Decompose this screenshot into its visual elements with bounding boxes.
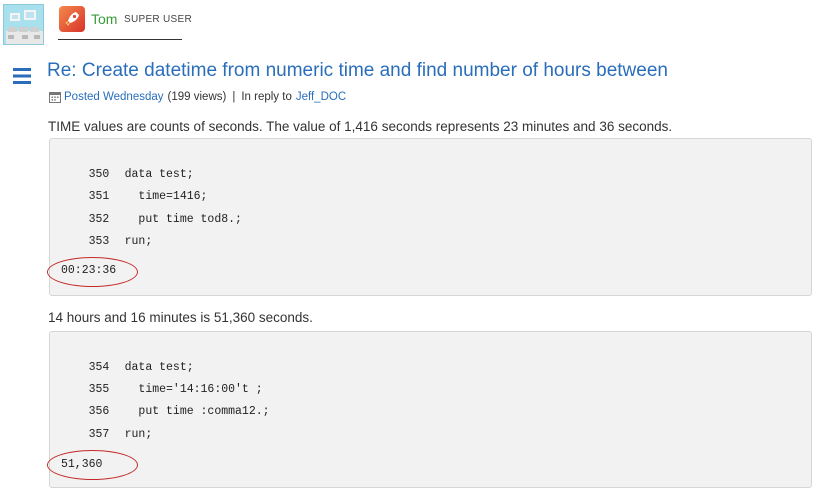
code-line: 351 time=1416; [61, 176, 208, 203]
author-name-link[interactable]: Tom [91, 11, 117, 27]
code-line: 350 data test; [61, 154, 194, 181]
highlight-oval [47, 450, 138, 480]
rocket-rank-icon [59, 6, 85, 32]
view-count: (199 views) [167, 91, 227, 103]
code-block-1: 350 data test; 351 time=1416; 352 put tim… [47, 138, 812, 296]
post-meta: Posted Wednesday (199 views) | In reply … [49, 89, 346, 105]
code-line: 354 data test; [61, 347, 194, 374]
hamburger-menu-icon[interactable] [13, 68, 31, 84]
code-line: 352 put time tod8.; [61, 199, 242, 226]
author-block: Tom SUPER USER [58, 5, 192, 40]
code-line: 355 time='14:16:00't ; [61, 369, 263, 396]
meta-separator: | [232, 91, 236, 103]
line-number: 353 [88, 235, 110, 248]
code-text: run; [124, 428, 153, 441]
code-line: 357 run; [61, 414, 153, 441]
reply-user-link[interactable]: Jeff_DOC [296, 91, 346, 103]
line-number: 357 [88, 428, 110, 441]
code-block-2: 354 data test; 355 time='14:16:00't ; 356… [47, 331, 812, 488]
in-reply-to-label: In reply to [241, 91, 292, 103]
post-title: Re: Create datetime from numeric time an… [47, 60, 668, 81]
author-rank-label: SUPER USER [124, 14, 193, 25]
user-avatar[interactable] [3, 4, 44, 45]
post-paragraph-2: 14 hours and 16 minutes is 51,360 second… [48, 310, 313, 325]
posted-date-link[interactable]: Posted Wednesday [64, 91, 164, 103]
calendar-icon [49, 92, 61, 103]
code-line: 353 run; [61, 221, 153, 248]
highlight-oval [47, 257, 138, 287]
post-paragraph-1: TIME values are counts of seconds. The v… [48, 119, 673, 134]
code-line: 356 put time :comma12.; [61, 391, 270, 418]
pixel-art-avatar-icon [4, 5, 43, 44]
code-text: run; [124, 235, 153, 248]
